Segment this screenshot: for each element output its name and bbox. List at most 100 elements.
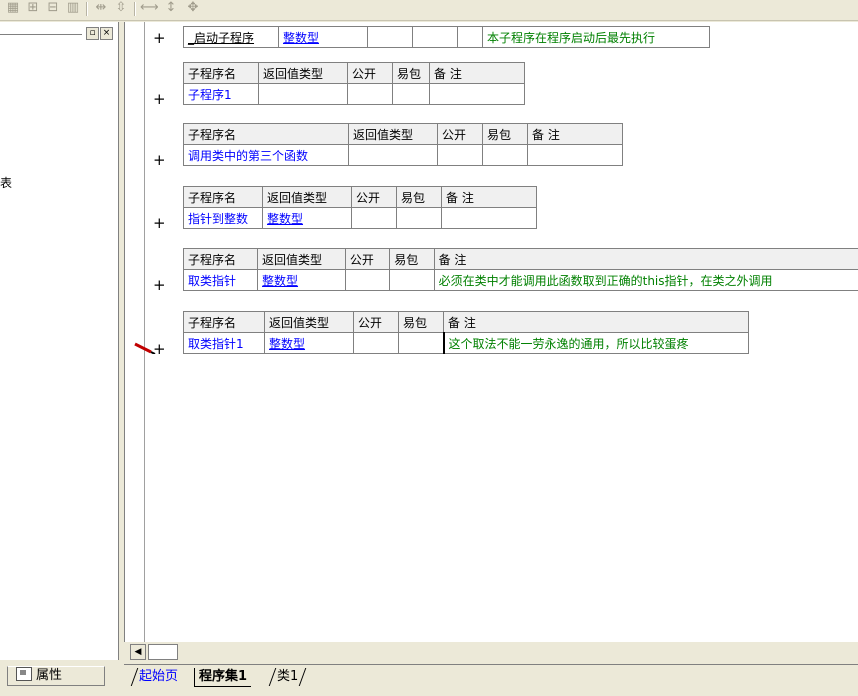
titlebar-line — [0, 34, 82, 35]
left-panel: ▫ × 表 — [0, 22, 119, 660]
easy-pkg-cell[interactable] — [398, 332, 444, 354]
col-easy-header: 易包 — [392, 62, 430, 84]
width-icon[interactable]: ⇹ — [92, 0, 110, 16]
col-return-header: 返回值类型 — [348, 123, 438, 145]
return-type[interactable]: 整数型 — [264, 332, 354, 354]
col-public-header: 公开 — [347, 62, 393, 84]
return-type[interactable]: 整数型 — [262, 207, 352, 229]
grid-icon[interactable]: ▦ — [4, 0, 22, 16]
public-cell[interactable] — [437, 144, 483, 166]
col-return-header: 返回值类型 — [262, 186, 352, 208]
expand-icon[interactable]: + — [153, 153, 166, 168]
col-return-header: 返回值类型 — [264, 311, 354, 333]
sub-table: 子程序名 返回值类型 公开 易包 备 注 子程序1 — [183, 62, 525, 105]
sub-table: 子程序名 返回值类型 公开 易包 备 注 指针到整数 整数型 — [183, 186, 537, 229]
blank-cell[interactable] — [457, 26, 483, 48]
editor-gutter — [125, 22, 145, 642]
col-easy-header: 易包 — [396, 186, 442, 208]
size-v-icon[interactable]: ↕ — [162, 0, 180, 16]
sub-table: 子程序名 返回值类型 公开 易包 备 注 取类指针 整数型 必须在类中才能调用此… — [182, 248, 858, 291]
clipped-label: 表 — [0, 176, 13, 190]
return-type[interactable] — [348, 144, 438, 166]
size-both-icon[interactable]: ✥ — [184, 0, 202, 16]
tab-class[interactable]: 类1 — [268, 668, 307, 686]
sub-name[interactable]: 调用类中的第三个函数 — [183, 144, 349, 166]
tab-program-set[interactable]: 程序集1 — [194, 668, 252, 687]
col-public-header: 公开 — [437, 123, 483, 145]
col-easy-header: 易包 — [389, 248, 435, 270]
col-comment-header: 备 注 — [429, 62, 525, 84]
col-comment-header: 备 注 — [443, 311, 749, 333]
toolbar-separator — [86, 2, 88, 16]
comment-cell[interactable] — [429, 83, 525, 105]
col-comment-header: 备 注 — [527, 123, 623, 145]
col-easy-header: 易包 — [482, 123, 528, 145]
scroll-left-icon[interactable]: ◀ — [130, 644, 146, 660]
easy-pkg-cell[interactable] — [482, 144, 528, 166]
panel-titlebar: ▫ × — [0, 27, 118, 41]
tab-label: 类1 — [277, 669, 299, 684]
sub-name[interactable]: 取类指针 — [182, 269, 259, 291]
col-public-header: 公开 — [351, 186, 397, 208]
tab-start-page[interactable]: 起始页 — [130, 668, 186, 686]
properties-tab-label: 属性 — [36, 668, 63, 683]
easy-pkg-cell[interactable] — [392, 83, 430, 105]
sub-name[interactable]: 子程序1 — [183, 83, 259, 105]
sub-name[interactable]: 指针到整数 — [183, 207, 263, 229]
split-icon[interactable]: ▥ — [64, 0, 82, 16]
public-cell[interactable] — [344, 269, 391, 291]
code-editor[interactable]: + _启动子程序 整数型 本子程序在程序启动后最先执行 + 子程序名 返回值类型… — [124, 22, 858, 642]
col-public-header: 公开 — [344, 248, 391, 270]
return-type[interactable]: 整数型 — [257, 269, 346, 291]
comment-cell[interactable]: 这个取法不能一劳永逸的通用，所以比较蛋疼 — [442, 332, 749, 354]
col-return-header: 返回值类型 — [258, 62, 348, 84]
scroll-track[interactable] — [148, 644, 178, 660]
size-h-icon[interactable]: ⟷ — [140, 0, 159, 16]
toolbar: ▦ ⊞ ⊟ ▥ ⇹ ⇳ ⟷ ↕ ✥ — [0, 0, 858, 21]
return-type[interactable] — [258, 83, 348, 105]
easy-pkg-cell[interactable] — [412, 26, 458, 48]
sub-name[interactable]: _启动子程序 — [183, 26, 279, 48]
easy-pkg-cell[interactable] — [396, 207, 442, 229]
document-tabs: 起始页 程序集1 类1 — [124, 664, 858, 696]
sub-name[interactable]: 取类指针1 — [183, 332, 265, 354]
col-name-header: 子程序名 — [182, 248, 259, 270]
tab-label: 程序集1 — [199, 669, 248, 684]
expand-icon[interactable]: + — [153, 216, 166, 231]
properties-icon — [16, 667, 32, 681]
comment-cell[interactable]: 本子程序在程序启动后最先执行 — [482, 26, 710, 48]
properties-tab[interactable]: 属性 — [7, 666, 105, 686]
horizontal-scrollbar[interactable]: ◀ — [130, 644, 858, 660]
col-name-header: 子程序名 — [183, 186, 263, 208]
public-cell[interactable] — [347, 83, 393, 105]
public-cell[interactable] — [351, 207, 397, 229]
public-cell[interactable] — [367, 26, 413, 48]
restore-icon[interactable]: ▫ — [86, 27, 99, 40]
comment-cell[interactable] — [441, 207, 537, 229]
startup-sub-table: _启动子程序 整数型 本子程序在程序启动后最先执行 — [183, 26, 710, 48]
col-return-header: 返回值类型 — [257, 248, 346, 270]
easy-pkg-cell[interactable] — [389, 269, 435, 291]
public-cell[interactable] — [353, 332, 399, 354]
left-panel-tabs: 属性 — [0, 660, 120, 695]
expand-icon[interactable]: + — [153, 92, 166, 107]
close-icon[interactable]: × — [100, 27, 113, 40]
sub-table: 子程序名 返回值类型 公开 易包 备 注 取类指针1 整数型 这个取法不能一劳永… — [183, 311, 749, 354]
align-icon[interactable]: ⊞ — [24, 0, 42, 16]
layout-icon[interactable]: ⊟ — [44, 0, 62, 16]
col-name-header: 子程序名 — [183, 311, 265, 333]
comment-cell[interactable] — [527, 144, 623, 166]
col-easy-header: 易包 — [398, 311, 444, 333]
col-comment-header: 备 注 — [433, 248, 858, 270]
comment-cell[interactable]: 必须在类中才能调用此函数取到正确的this指针，在类之外调用 — [433, 269, 858, 291]
expand-icon[interactable]: + — [153, 278, 166, 293]
col-name-header: 子程序名 — [183, 62, 259, 84]
expand-icon[interactable]: + — [153, 342, 166, 357]
return-type[interactable]: 整数型 — [278, 26, 368, 48]
col-name-header: 子程序名 — [183, 123, 349, 145]
height-icon[interactable]: ⇳ — [112, 0, 130, 16]
tab-label: 起始页 — [139, 669, 179, 684]
expand-icon[interactable]: + — [153, 31, 166, 46]
col-public-header: 公开 — [353, 311, 399, 333]
toolbar-separator — [134, 2, 136, 16]
